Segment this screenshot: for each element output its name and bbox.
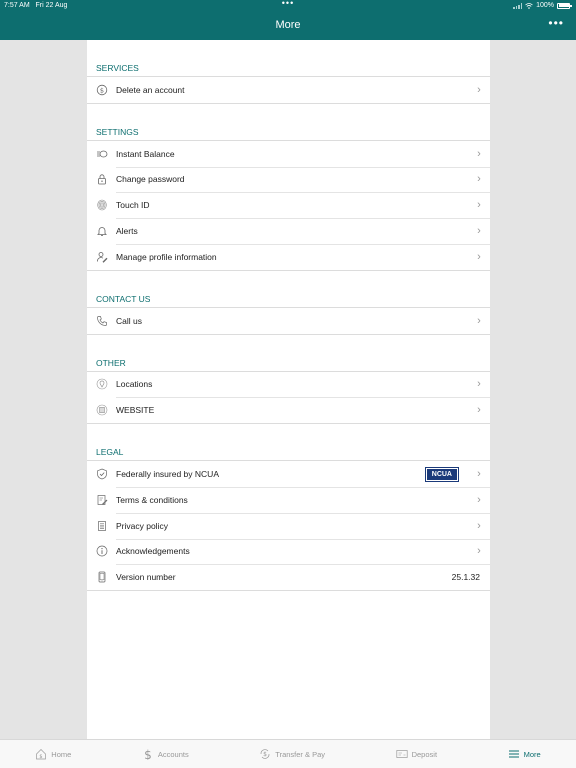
user-edit-icon <box>87 251 116 263</box>
more-menu-list: SERVICES $ Delete an account › SETTINGS … <box>87 40 490 739</box>
row-website[interactable]: WEBSITE › <box>87 397 490 423</box>
info-icon <box>87 545 116 557</box>
chevron-right-icon: › <box>477 545 481 558</box>
row-locations[interactable]: Locations › <box>87 372 490 398</box>
svg-text:$: $ <box>263 751 267 758</box>
dollar-icon: $ <box>144 748 152 760</box>
status-bar: 7:57 AM Fri 22 Aug ••• 100% <box>0 0 576 14</box>
ellipsis-icon[interactable]: ••• <box>548 16 564 30</box>
chevron-right-icon: › <box>477 199 481 212</box>
transfer-dollar-icon: $ <box>260 749 270 759</box>
row-ncua[interactable]: Federally insured by NCUA NCUA › <box>87 461 490 487</box>
phone-icon <box>87 315 116 327</box>
battery-icon <box>557 2 572 9</box>
tab-label: Deposit <box>411 749 438 759</box>
battery-percent: 100% <box>536 2 554 9</box>
row-label: Change password <box>116 174 185 185</box>
globe-icon <box>87 404 116 416</box>
signal-icon <box>513 2 523 9</box>
chevron-right-icon: › <box>477 493 481 506</box>
status-indicators: 100% <box>513 2 572 9</box>
document-edit-icon <box>87 494 116 506</box>
chevron-right-icon: › <box>477 173 481 186</box>
row-label: Manage profile information <box>116 251 217 262</box>
svg-text:$: $ <box>99 86 103 94</box>
tab-bar: $ Home $ Accounts $ Transfer & Pay Depos… <box>0 739 576 768</box>
wifi-icon <box>525 2 533 9</box>
row-alerts[interactable]: Alerts › <box>87 218 490 244</box>
fingerprint-icon <box>87 199 116 211</box>
row-label: Federally insured by NCUA <box>116 469 219 480</box>
row-change-password[interactable]: Change password › <box>87 166 490 193</box>
chevron-right-icon: › <box>477 468 481 481</box>
row-touch-id[interactable]: Touch ID › <box>87 192 490 218</box>
tab-label: Accounts <box>157 749 189 759</box>
section-header-other: OTHER <box>96 357 126 368</box>
section-header-settings: SETTINGS <box>96 126 139 137</box>
section-other: OTHER Locations › WEBSITE › <box>87 355 490 425</box>
row-privacy[interactable]: Privacy policy › <box>87 512 490 539</box>
chevron-right-icon: › <box>477 225 481 238</box>
row-label: Instant Balance <box>116 148 175 159</box>
svg-text:$: $ <box>144 748 152 760</box>
row-label: Version number <box>116 572 176 583</box>
ncua-logo: NCUA <box>424 466 460 482</box>
row-terms[interactable]: Terms & conditions › <box>87 486 490 513</box>
row-label: Privacy policy <box>116 520 168 531</box>
section-header-legal: LEGAL <box>96 447 124 458</box>
menu-icon <box>508 750 519 758</box>
check-deposit-icon <box>396 750 408 758</box>
location-pin-icon <box>87 378 116 390</box>
chevron-right-icon: › <box>477 404 481 417</box>
row-label: Touch ID <box>116 200 150 211</box>
tab-transfer-pay[interactable]: $ Transfer & Pay <box>259 748 325 760</box>
chevron-right-icon: › <box>477 378 481 391</box>
chevron-right-icon: › <box>477 147 481 160</box>
tab-accounts[interactable]: $ Accounts <box>142 748 189 760</box>
shield-check-icon <box>87 468 116 480</box>
tablet-icon <box>87 571 116 583</box>
page-title: More <box>275 19 301 31</box>
row-label: Terms & conditions <box>116 494 188 505</box>
svg-text:$: $ <box>40 754 43 760</box>
row-delete-account[interactable]: $ Delete an account › <box>87 77 490 103</box>
tab-deposit[interactable]: Deposit <box>396 748 437 760</box>
bell-icon <box>87 225 116 237</box>
row-label: Acknowledgements <box>116 546 190 557</box>
row-acknowledgements[interactable]: Acknowledgements › <box>87 538 490 565</box>
section-contact: CONTACT US Call us › <box>87 291 490 335</box>
nav-bar: More ••• <box>0 14 576 40</box>
chevron-right-icon: › <box>477 314 481 327</box>
chevron-right-icon: › <box>477 250 481 263</box>
document-list-icon <box>87 520 116 532</box>
section-services: SERVICES $ Delete an account › <box>87 60 490 104</box>
home-dollar-icon: $ <box>36 749 47 760</box>
tab-label: Home <box>51 749 72 759</box>
tab-label: More <box>523 749 541 759</box>
section-settings: SETTINGS Instant Balance › Change passwo… <box>87 124 490 271</box>
section-legal: LEGAL Federally insured by NCUA NCUA › T… <box>87 444 490 592</box>
section-header-services: SERVICES <box>96 63 139 73</box>
row-label: Call us <box>116 315 142 326</box>
multitasking-dots[interactable]: ••• <box>0 0 576 8</box>
tab-more[interactable]: More <box>508 748 541 760</box>
coins-icon <box>87 148 116 160</box>
tab-home[interactable]: $ Home <box>35 748 71 760</box>
version-value: 25.1.32 <box>451 572 480 583</box>
row-version: Version number 25.1.32 <box>87 564 490 590</box>
row-label: Alerts <box>116 226 138 237</box>
section-header-contact: CONTACT US <box>96 293 151 304</box>
row-manage-profile[interactable]: Manage profile information › <box>87 243 490 270</box>
row-label: WEBSITE <box>116 405 155 416</box>
chevron-right-icon: › <box>477 519 481 532</box>
lock-icon <box>87 173 116 185</box>
tab-label: Transfer & Pay <box>275 749 326 759</box>
row-call-us[interactable]: Call us › <box>87 308 490 334</box>
dollar-refresh-icon: $ <box>87 84 116 96</box>
row-label: Locations <box>116 379 153 390</box>
row-label: Delete an account <box>116 84 185 95</box>
chevron-right-icon: › <box>477 83 481 96</box>
row-instant-balance[interactable]: Instant Balance › <box>87 141 490 167</box>
